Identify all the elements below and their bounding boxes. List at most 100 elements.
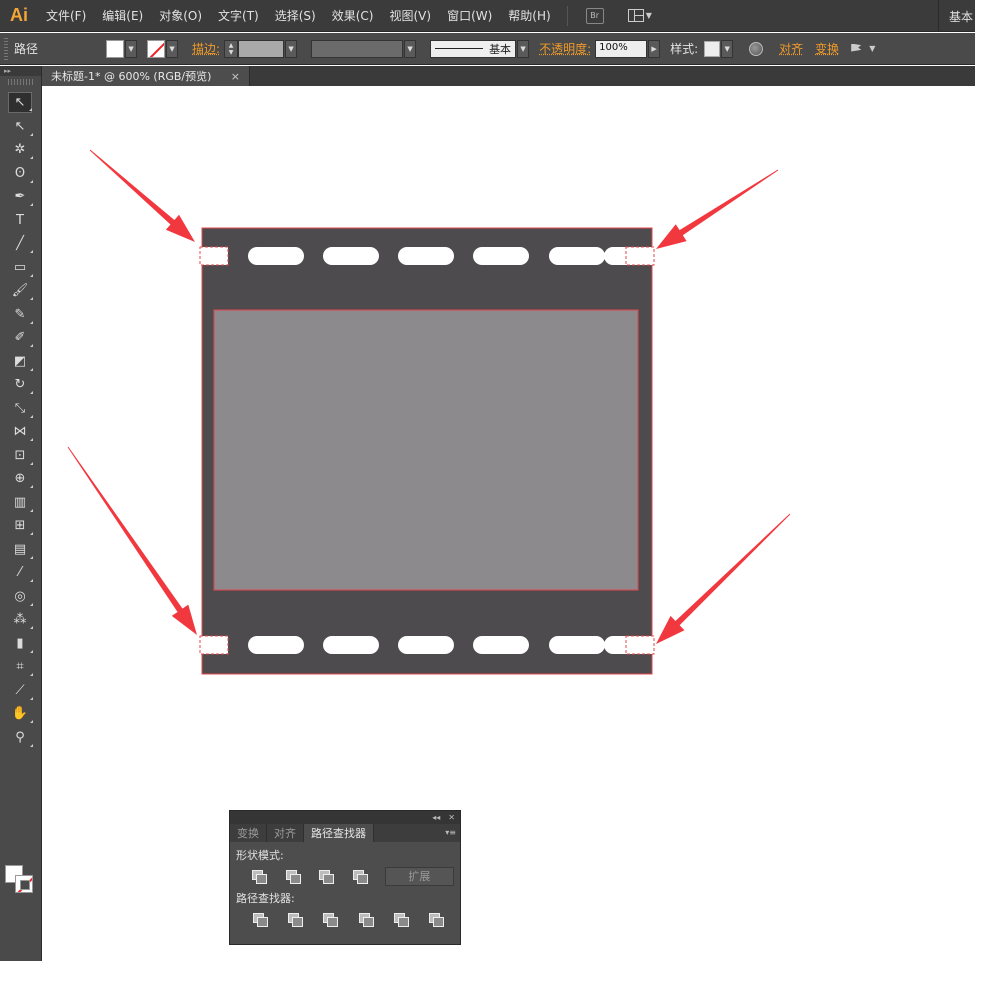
unite-button[interactable] [242, 865, 276, 887]
slice-tool-button[interactable]: ⟋ [8, 680, 33, 701]
close-panel-icon[interactable]: ✕ [448, 813, 455, 822]
divide-button[interactable] [242, 908, 277, 930]
graphic-style-dropdown[interactable]: ▼ [721, 39, 734, 58]
blend-tool-button[interactable]: ◎ [8, 586, 33, 607]
tab-pathfinder[interactable]: 路径查找器 [304, 824, 374, 842]
close-icon[interactable]: × [231, 70, 240, 83]
outline-button[interactable] [383, 908, 418, 930]
eyedropper-tool-button[interactable]: ⁄ [8, 562, 33, 583]
menu-window[interactable]: 窗口(W) [439, 7, 500, 24]
column-graph-tool-button[interactable]: ▮ [8, 633, 33, 654]
direct-selection-tool-button[interactable]: ↖ [8, 116, 33, 137]
free-transform-tool-button[interactable]: ⊡ [8, 445, 33, 466]
menu-edit[interactable]: 编辑(E) [94, 7, 151, 24]
rectangle-tool-button[interactable]: ▭ [8, 257, 33, 278]
sprocket-hole [549, 636, 605, 654]
artboard-tool-button[interactable]: ⌗ [8, 656, 33, 677]
recolor-artwork-icon[interactable] [749, 41, 764, 56]
expand-button[interactable]: 扩展 [384, 866, 455, 886]
transform-link[interactable]: 变换 [815, 40, 839, 57]
type-tool-button[interactable]: T [8, 210, 32, 231]
opacity-label[interactable]: 不透明度: [539, 40, 591, 57]
minus-back-button[interactable] [419, 908, 454, 930]
tool-flyout-indicator [30, 461, 33, 465]
shape-modes-label: 形状模式: [236, 848, 284, 862]
panel-title-bar[interactable]: ◂◂ ✕ [230, 811, 460, 824]
menu-help[interactable]: 帮助(H) [500, 7, 558, 24]
paintbrush-tool-icon: 🖌 [11, 283, 29, 298]
scale-tool-icon: ⤡ [14, 400, 26, 416]
scale-tool-button[interactable]: ⤡ [8, 398, 33, 419]
brush-definition-dropdown[interactable]: ▼ [517, 39, 530, 58]
brush-definition-field[interactable]: 基本 [430, 39, 517, 58]
pencil-tool-button[interactable]: ✎ [8, 304, 33, 325]
hand-tool-button[interactable]: ✋ [8, 703, 33, 724]
intersect-button[interactable] [309, 865, 343, 887]
tool-flyout-indicator [30, 696, 33, 700]
magic-wand-tool-button[interactable]: ✲ [8, 139, 33, 160]
bridge-button[interactable]: Br [585, 7, 604, 24]
tools-panel-collapse[interactable]: ▸▸ [0, 66, 41, 76]
artboard-canvas[interactable] [42, 86, 975, 961]
opacity-input[interactable]: 100% [595, 39, 648, 58]
shape-builder-tool-button[interactable]: ⊕ [8, 468, 33, 489]
align-link[interactable]: 对齐 [779, 40, 803, 57]
menu-effect[interactable]: 效果(C) [324, 7, 382, 24]
menu-object[interactable]: 对象(O) [151, 7, 210, 24]
mesh-tool-icon: ⊞ [14, 518, 26, 533]
selection-tool-button[interactable]: ↖ [8, 92, 32, 113]
column-graph-tool-icon: ▮ [16, 635, 24, 651]
tab-transform[interactable]: 变换 [230, 824, 267, 842]
paintbrush-tool-button[interactable]: 🖌 [8, 280, 33, 301]
stroke-weight-dropdown[interactable]: ▼ [285, 39, 298, 58]
opacity-dropdown[interactable]: ▶ [648, 39, 661, 58]
trim-button[interactable] [277, 908, 312, 930]
perspective-grid-tool-button[interactable]: ▥ [8, 492, 33, 513]
crop-button[interactable] [348, 908, 383, 930]
exclude-button[interactable] [343, 865, 377, 887]
control-bar-grip[interactable] [4, 37, 8, 60]
zoom-tool-button[interactable]: ⚲ [8, 727, 33, 748]
menu-type[interactable]: 文字(T) [210, 7, 267, 24]
line-tool-button[interactable]: ╱ [8, 233, 33, 254]
tab-align[interactable]: 对齐 [267, 824, 304, 842]
menu-file[interactable]: 文件(F) [38, 7, 94, 24]
stroke-dropdown[interactable]: ▼ [166, 39, 179, 58]
mesh-tool-button[interactable]: ⊞ [8, 515, 33, 536]
menu-select[interactable]: 选择(S) [267, 7, 324, 24]
graphic-style-swatch[interactable] [704, 40, 721, 57]
stroke-color-box[interactable] [15, 875, 33, 893]
fill-dropdown[interactable]: ▼ [125, 39, 138, 58]
blob-brush-tool-button[interactable]: ✐ [8, 327, 33, 348]
panel-menu-icon[interactable]: ▾≡ [445, 828, 456, 837]
stroke-weight-label[interactable]: 描边: [192, 40, 220, 57]
fill-swatch[interactable] [106, 39, 125, 58]
tool-flyout-indicator [30, 344, 33, 347]
chevron-down-icon[interactable]: ▼ [869, 44, 875, 53]
eraser-tool-button[interactable]: ◩ [8, 351, 33, 372]
stroke-weight-input[interactable] [238, 39, 285, 58]
type-tool-icon: T [16, 212, 24, 228]
isolate-mode-icon[interactable] [849, 42, 865, 56]
stroke-weight-stepper[interactable]: ▲ ▼ [224, 39, 239, 58]
menu-view[interactable]: 视图(V) [381, 7, 439, 24]
stroke-swatch[interactable] [147, 39, 166, 58]
pen-tool-button[interactable]: ✒ [8, 186, 33, 207]
arrange-documents-button[interactable]: ▼ [627, 9, 652, 22]
symbol-sprayer-tool-button[interactable]: ⁂ [8, 609, 33, 630]
tools-panel-grip[interactable] [8, 79, 33, 85]
document-tab[interactable]: 未标题-1* @ 600% (RGB/预览) × [42, 66, 250, 86]
workspace-switcher[interactable]: 基本 [937, 0, 975, 32]
collapse-panel-icon[interactable]: ◂◂ [432, 813, 440, 822]
rotate-tool-button[interactable]: ↻ [8, 374, 33, 395]
variable-width-dropdown[interactable]: ▼ [404, 39, 417, 58]
symbol-sprayer-tool-icon: ⁂ [13, 612, 27, 627]
fill-stroke-widget[interactable] [5, 865, 37, 895]
lasso-tool-button[interactable]: ʘ [8, 163, 33, 184]
gradient-tool-button[interactable]: ▤ [8, 539, 33, 560]
tool-flyout-indicator [30, 626, 33, 629]
width-tool-button[interactable]: ⋈ [8, 421, 33, 442]
minus-front-button[interactable] [276, 865, 310, 887]
merge-button[interactable] [313, 908, 348, 930]
variable-width-profile[interactable] [311, 39, 404, 58]
